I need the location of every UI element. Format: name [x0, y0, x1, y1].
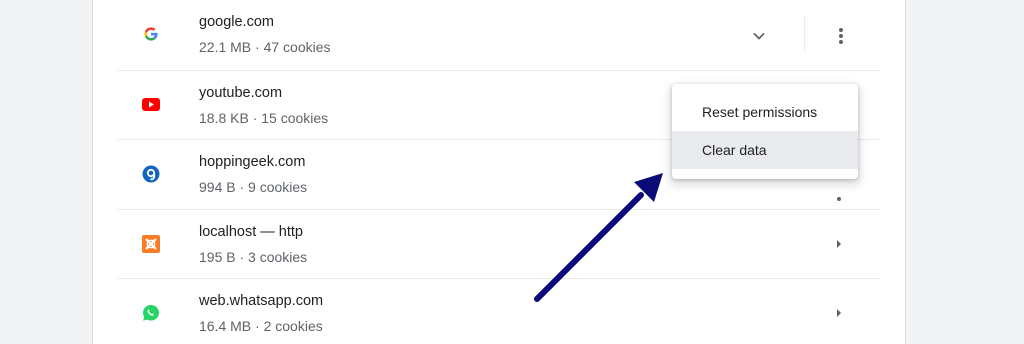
hoppingeek-icon — [142, 165, 160, 183]
google-icon — [142, 25, 160, 43]
site-row-google[interactable]: google.com 22.1 MB · 47 cookies — [117, 0, 881, 70]
site-name: localhost — http — [199, 223, 303, 240]
arrow-right-icon[interactable] — [831, 305, 847, 321]
site-name: youtube.com — [199, 84, 283, 101]
site-name: web.whatsapp.com — [199, 293, 324, 309]
site-storage-info: 18.8 KB · 15 cookies — [199, 109, 329, 126]
site-row-localhost[interactable]: localhost — http 195 B · 3 cookies — [117, 208, 881, 279]
more-actions-icon[interactable] — [829, 24, 853, 48]
site-row-whatsapp[interactable]: web.whatsapp.com 16.4 MB · 2 cookies — [117, 278, 881, 344]
site-storage-info: 22.1 MB · 47 cookies — [199, 39, 331, 55]
arrow-right-icon[interactable] — [831, 236, 847, 252]
more-actions-icon[interactable] — [837, 190, 841, 201]
site-storage-info: 16.4 MB · 2 cookies — [199, 318, 323, 334]
youtube-icon — [142, 96, 160, 114]
xampp-icon — [142, 234, 160, 253]
clear-data-menu-item[interactable]: Clear data — [672, 131, 858, 169]
site-storage-info: 195 B · 3 cookies — [199, 248, 308, 265]
expand-chevron-icon[interactable] — [747, 24, 771, 48]
whatsapp-icon — [142, 304, 160, 322]
site-storage-info: 994 B · 9 cookies — [199, 179, 308, 195]
vertical-divider — [804, 16, 805, 52]
site-name: hoppingeek.com — [199, 154, 306, 170]
site-actions-menu: Reset permissions Clear data — [672, 84, 858, 179]
site-name: google.com — [199, 14, 274, 30]
reset-permissions-menu-item[interactable]: Reset permissions — [672, 93, 858, 131]
